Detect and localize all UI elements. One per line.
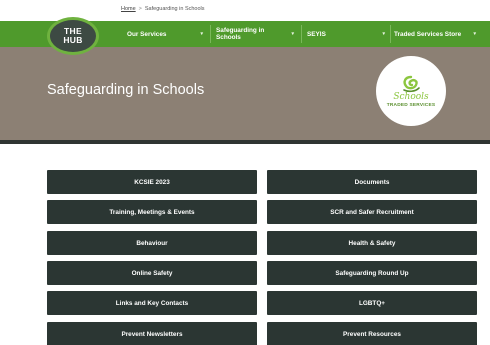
chevron-down-icon: ▾ [382,30,385,37]
breadcrumb-current: Safeguarding in Schools [144,6,205,12]
nav-divider [210,25,211,43]
swirl-logo-icon [403,75,420,92]
breadcrumb: Home > Safeguarding in Schools [121,6,205,12]
documents-button[interactable]: Documents [267,170,477,194]
nav-item-label: Safeguarding in Schools [216,27,265,41]
training-meetings-events-button[interactable]: Training, Meetings & Events [47,200,257,224]
nav-item-label: Traded Services Store [394,30,462,38]
safeguarding-round-up-button[interactable]: Safeguarding Round Up [267,261,477,285]
nav-divider [301,25,302,43]
nav-item-seyis[interactable]: SEYIS ▾ [307,21,387,47]
breadcrumb-separator: > [138,6,142,12]
lgbtq-button[interactable]: LGBTQ+ [267,291,477,315]
badge-script-text: Schools [393,91,429,102]
nav-item-safeguarding-in-schools[interactable]: Safeguarding in Schools ▾ [216,21,296,47]
prevent-newsletters-button[interactable]: Prevent Newsletters [47,322,257,345]
nav-divider [390,25,391,43]
chevron-down-icon: ▾ [473,30,476,37]
kcsie-2023-button[interactable]: KCSIE 2023 [47,170,257,194]
nav-item-our-services[interactable]: Our Services ▾ [127,21,205,47]
logo-text-line2: HUB [63,35,83,45]
page-title: Safeguarding in Schools [47,82,205,98]
health-safety-button[interactable]: Health & Safety [267,231,477,255]
chevron-down-icon: ▾ [291,30,294,37]
the-hub-logo[interactable]: THE HUB [47,17,99,55]
prevent-resources-button[interactable]: Prevent Resources [267,322,477,345]
nav-item-label: Our Services [127,30,167,38]
links-key-contacts-button[interactable]: Links and Key Contacts [47,291,257,315]
breadcrumb-home-link[interactable]: Home [121,6,136,12]
nav-item-label: SEYIS [307,30,326,38]
badge-subtitle: TRADED SERVICES [386,102,436,108]
schools-traded-services-badge: Schools TRADED SERVICES [376,56,446,126]
behaviour-button[interactable]: Behaviour [47,231,257,255]
chevron-down-icon: ▾ [200,30,203,37]
scr-safer-recruitment-button[interactable]: SCR and Safer Recruitment [267,200,477,224]
hero-divider [0,140,490,144]
online-safety-button[interactable]: Online Safety [47,261,257,285]
nav-item-traded-services-store[interactable]: Traded Services Store ▾ [394,21,476,47]
